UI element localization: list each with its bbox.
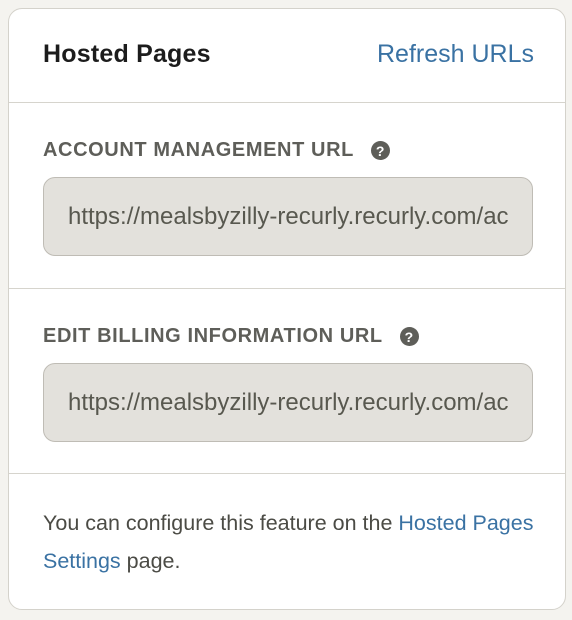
help-icon[interactable]: ?: [399, 327, 419, 346]
help-icon[interactable]: ?: [370, 141, 390, 160]
edit-billing-url-field[interactable]: [43, 363, 533, 442]
account-management-label: ACCOUNT MANAGEMENT URL: [43, 139, 354, 161]
edit-billing-label-row: EDIT BILLING INFORMATION URL ?: [43, 325, 419, 348]
footer-text-after: page.: [120, 549, 181, 573]
card-title: Hosted Pages: [43, 40, 211, 68]
footer-text-before: You can configure this feature on the: [43, 511, 399, 535]
account-management-label-row: ACCOUNT MANAGEMENT URL ?: [43, 139, 390, 162]
hosted-pages-card: Hosted Pages Refresh URLs ACCOUNT MANAGE…: [8, 8, 566, 610]
account-management-url-field[interactable]: [43, 177, 533, 256]
edit-billing-section: EDIT BILLING INFORMATION URL ?: [9, 289, 565, 474]
edit-billing-label: EDIT BILLING INFORMATION URL: [43, 325, 383, 347]
refresh-urls-link[interactable]: Refresh URLs: [377, 40, 534, 69]
footer-note: You can configure this feature on the Ho…: [43, 504, 543, 580]
account-management-section: ACCOUNT MANAGEMENT URL ?: [9, 103, 565, 289]
card-header: Hosted Pages Refresh URLs: [9, 9, 565, 103]
